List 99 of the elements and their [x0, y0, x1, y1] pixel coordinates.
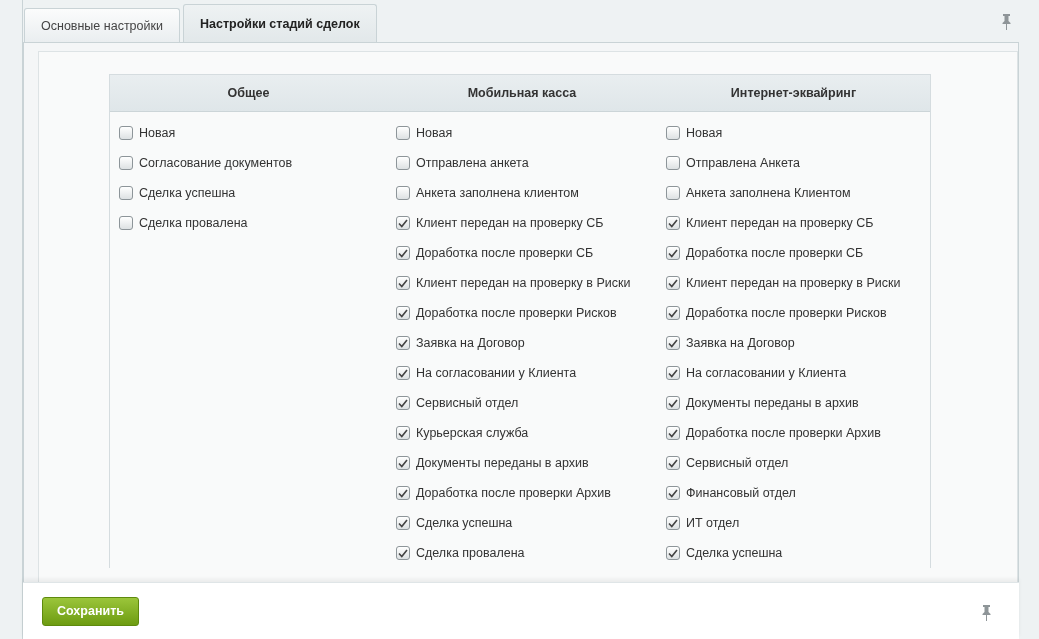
- checkmark-icon: [398, 488, 408, 498]
- tab[interactable]: Основные настройки: [24, 8, 180, 42]
- tab[interactable]: Настройки стадий сделок: [182, 4, 377, 42]
- checkbox[interactable]: [396, 516, 410, 530]
- stage-label: Клиент передан на проверку в Риски: [686, 276, 901, 290]
- checkbox[interactable]: [666, 276, 680, 290]
- stage-label: Финансовый отдел: [686, 486, 796, 500]
- checkbox[interactable]: [666, 426, 680, 440]
- checkmark-icon: [398, 248, 408, 258]
- checkbox[interactable]: [666, 186, 680, 200]
- stage-label: Сделка провалена: [139, 216, 248, 230]
- checkbox[interactable]: [666, 306, 680, 320]
- checkbox[interactable]: [396, 426, 410, 440]
- stage-label: Документы переданы в архив: [686, 396, 859, 410]
- checkmark-icon: [398, 458, 408, 468]
- checkbox[interactable]: [396, 126, 410, 140]
- checkbox[interactable]: [666, 216, 680, 230]
- stage-label: Анкета заполнена Клиентом: [686, 186, 851, 200]
- checkmark-icon: [398, 368, 408, 378]
- column-header: Интернет-эквайринг: [657, 75, 930, 112]
- checkbox[interactable]: [396, 216, 410, 230]
- checkmark-icon: [668, 548, 678, 558]
- checkbox[interactable]: [666, 366, 680, 380]
- checkbox[interactable]: [666, 246, 680, 260]
- checkmark-icon: [668, 338, 678, 348]
- checkmark-icon: [668, 278, 678, 288]
- checkbox[interactable]: [666, 336, 680, 350]
- checkmark-icon: [668, 458, 678, 468]
- checkmark-icon: [668, 248, 678, 258]
- stage-label: Документы переданы в архив: [416, 456, 589, 470]
- stage-label: Сделка успешна: [416, 516, 513, 530]
- stage-label: Согласование документов: [139, 156, 293, 170]
- checkmark-icon: [398, 338, 408, 348]
- checkbox[interactable]: [666, 516, 680, 530]
- checkbox[interactable]: [396, 366, 410, 380]
- stage-label: Отправлена Анкета: [686, 156, 800, 170]
- stage-label: Сделка успешна: [686, 546, 783, 560]
- checkbox[interactable]: [666, 156, 680, 170]
- checkbox[interactable]: [396, 396, 410, 410]
- checkmark-icon: [398, 518, 408, 528]
- checkmark-icon: [398, 218, 408, 228]
- checkmark-icon: [398, 428, 408, 438]
- pin-icon[interactable]: [982, 605, 991, 621]
- stage-label: Заявка на Договор: [686, 336, 795, 350]
- stage-label: Новая: [139, 126, 176, 140]
- checkmark-icon: [398, 548, 408, 558]
- stage-label: Клиент передан на проверку СБ: [686, 216, 874, 230]
- stage-label: Клиент передан на проверку СБ: [416, 216, 604, 230]
- checkbox[interactable]: [396, 246, 410, 260]
- checkbox[interactable]: [119, 156, 133, 170]
- checkbox[interactable]: [666, 126, 680, 140]
- column-header: Мобильная касса: [387, 75, 657, 112]
- checkbox[interactable]: [396, 156, 410, 170]
- stage-label: Клиент передан на проверку в Риски: [416, 276, 631, 290]
- checkmark-icon: [668, 398, 678, 408]
- stage-label: Сделка провалена: [416, 546, 525, 560]
- checkmark-icon: [398, 278, 408, 288]
- checkmark-icon: [668, 488, 678, 498]
- checkbox[interactable]: [666, 456, 680, 470]
- stage-label: Доработка после проверки Рисков: [686, 306, 887, 320]
- checkbox[interactable]: [396, 186, 410, 200]
- stage-label: ИТ отдел: [686, 516, 740, 530]
- stage-label: Доработка после проверки СБ: [416, 246, 594, 260]
- checkbox[interactable]: [666, 396, 680, 410]
- stage-label: Сделка успешна: [139, 186, 236, 200]
- checkmark-icon: [398, 308, 408, 318]
- stage-label: Сервисный отдел: [416, 396, 519, 410]
- checkbox[interactable]: [396, 276, 410, 290]
- stage-label: Сервисный отдел: [686, 456, 789, 470]
- checkbox[interactable]: [119, 216, 133, 230]
- stage-label: Отправлена анкета: [416, 156, 529, 170]
- stage-label: Курьерская служба: [416, 426, 529, 440]
- column-header: Общее: [110, 75, 387, 112]
- stage-label: На согласовании у Клиента: [416, 366, 577, 380]
- checkbox[interactable]: [396, 336, 410, 350]
- checkmark-icon: [668, 368, 678, 378]
- checkmark-icon: [668, 518, 678, 528]
- checkmark-icon: [668, 308, 678, 318]
- checkbox[interactable]: [396, 546, 410, 560]
- checkbox[interactable]: [666, 486, 680, 500]
- checkmark-icon: [668, 428, 678, 438]
- stage-label: Новая: [416, 126, 453, 140]
- checkmark-icon: [398, 398, 408, 408]
- stage-label: Заявка на Договор: [416, 336, 525, 350]
- stage-label: Новая: [686, 126, 723, 140]
- stage-label: Доработка после проверки Архив: [416, 486, 611, 500]
- stage-label: Доработка после проверки СБ: [686, 246, 864, 260]
- stage-label: На согласовании у Клиента: [686, 366, 847, 380]
- stage-label: Доработка после проверки Рисков: [416, 306, 617, 320]
- stage-label: Доработка после проверки Архив: [686, 426, 881, 440]
- checkbox[interactable]: [396, 486, 410, 500]
- stage-label: Анкета заполнена клиентом: [416, 186, 579, 200]
- checkbox[interactable]: [396, 456, 410, 470]
- checkbox[interactable]: [396, 306, 410, 320]
- pin-icon[interactable]: [1002, 14, 1011, 30]
- checkbox[interactable]: [666, 546, 680, 560]
- checkbox[interactable]: [119, 186, 133, 200]
- checkbox[interactable]: [119, 126, 133, 140]
- checkmark-icon: [668, 218, 678, 228]
